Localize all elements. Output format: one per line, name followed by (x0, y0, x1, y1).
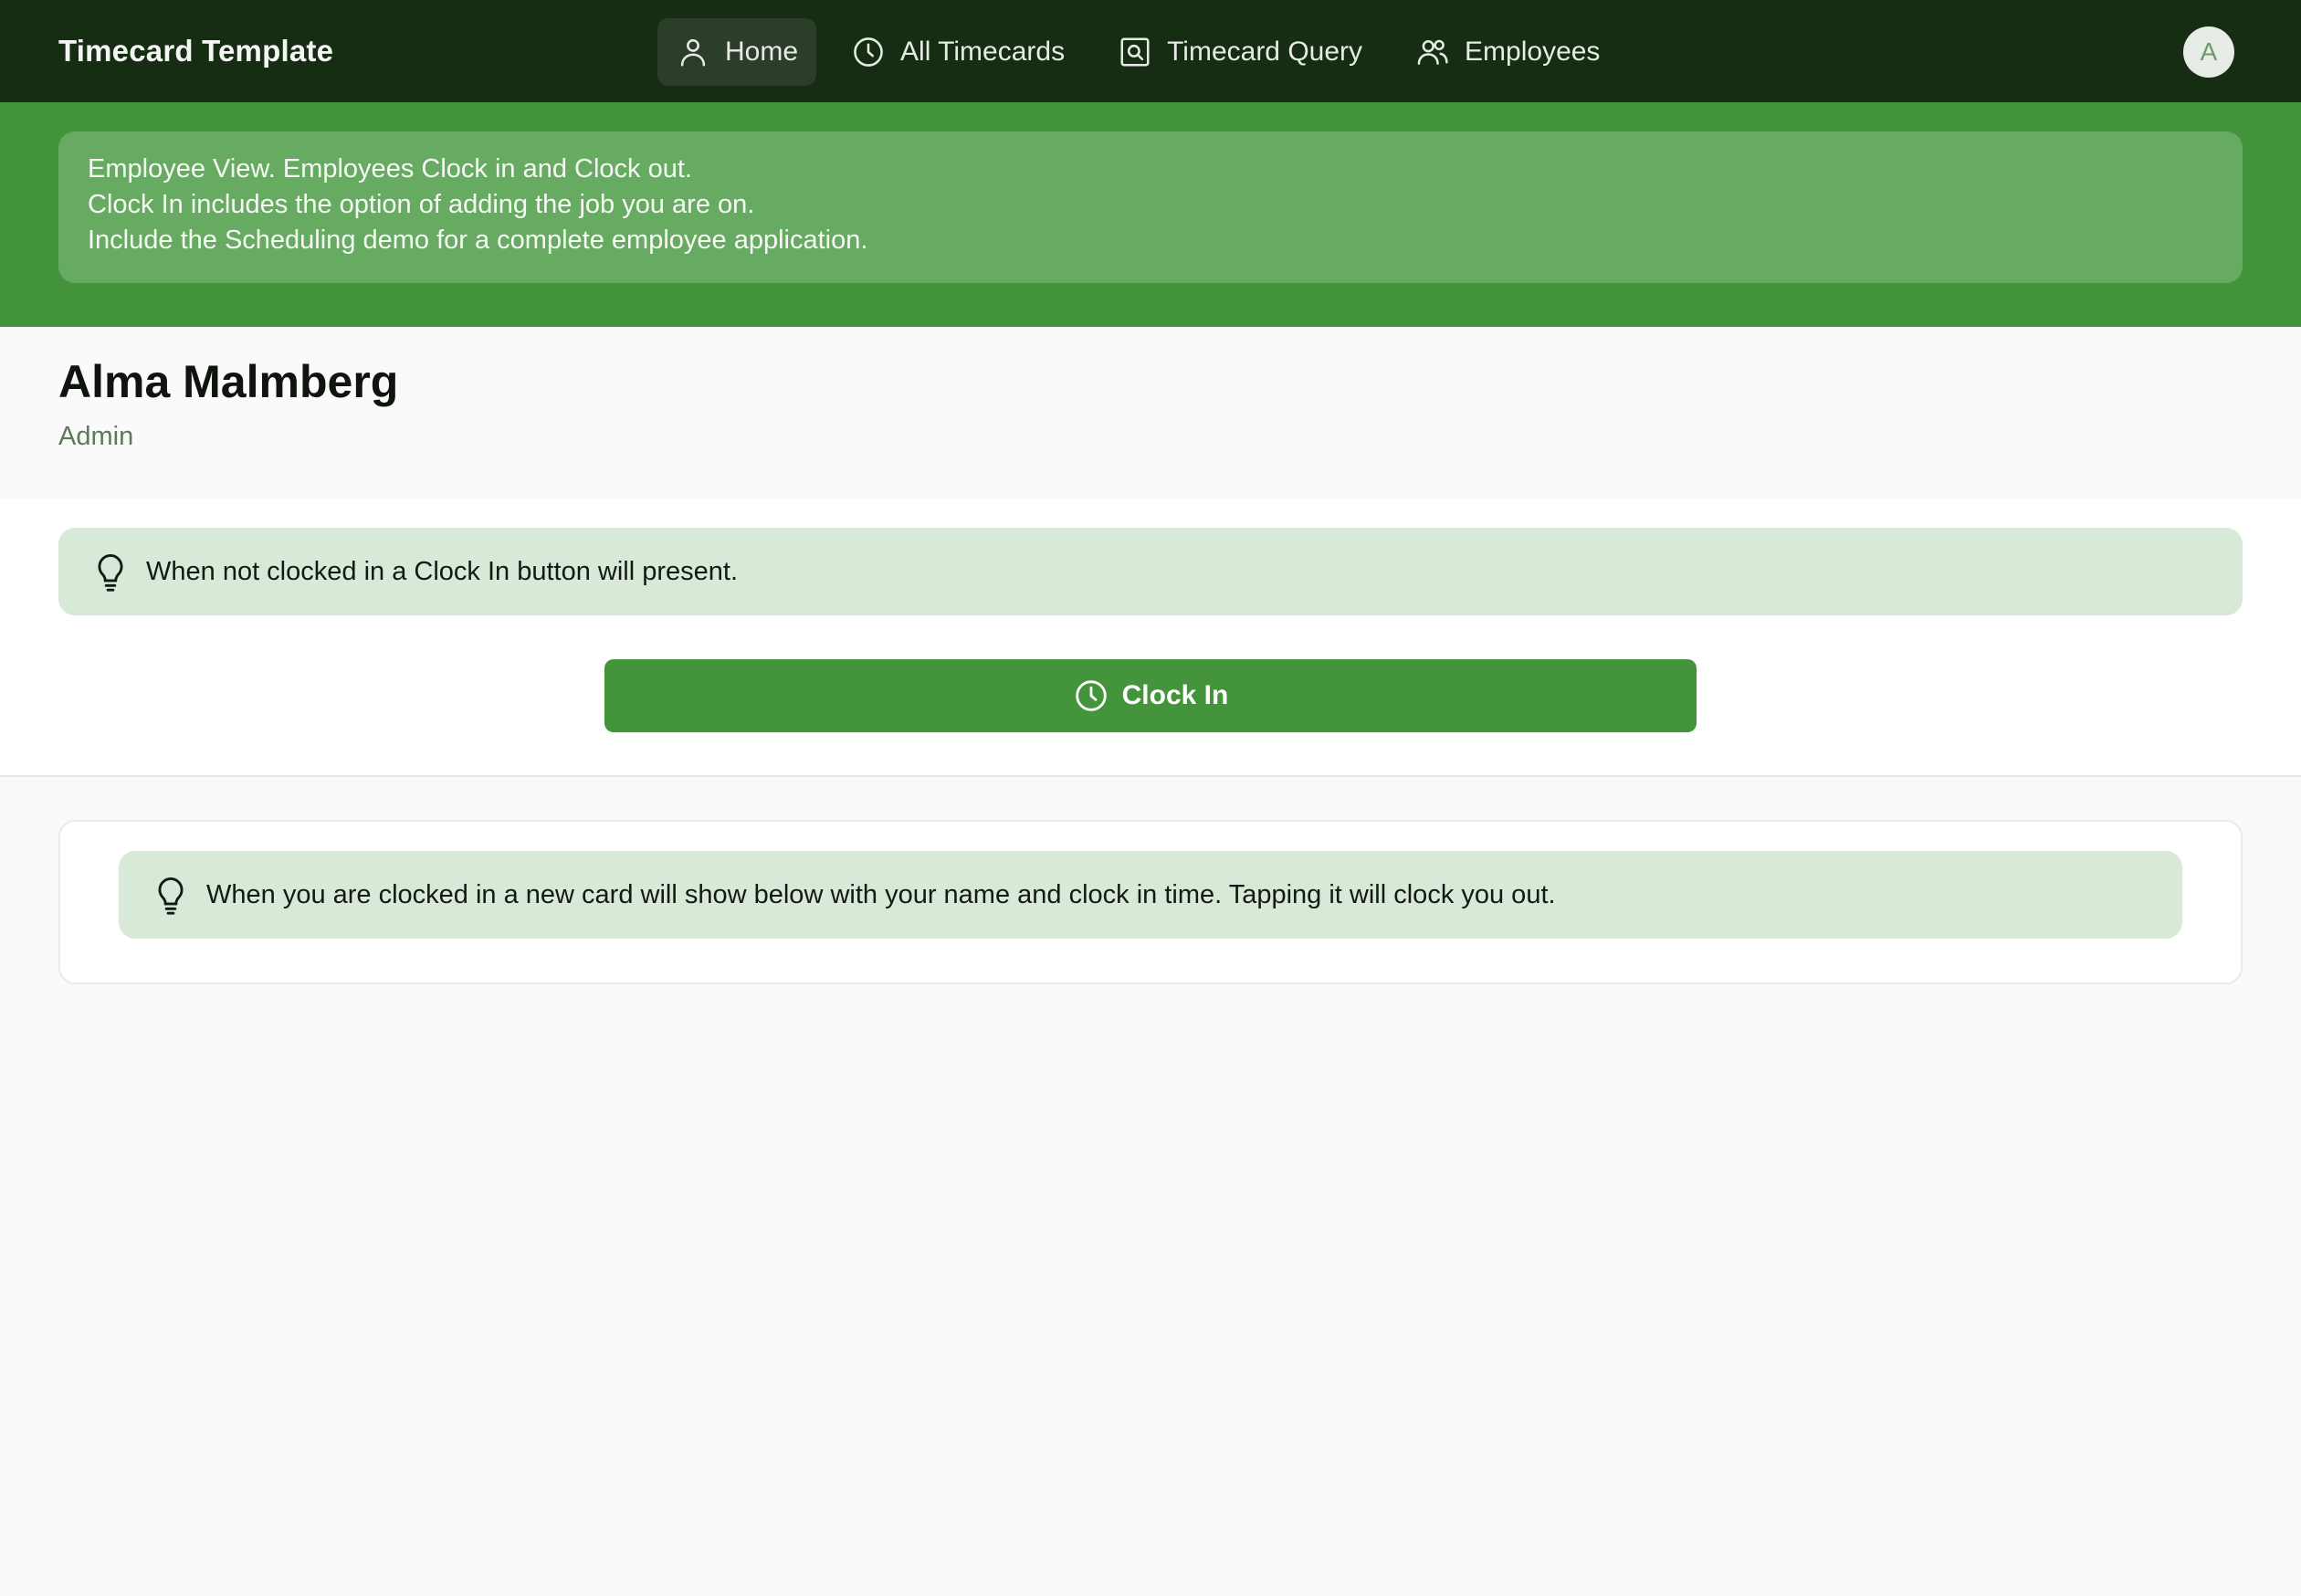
users-icon (1415, 35, 1450, 69)
info-line: Clock In includes the option of adding t… (88, 190, 755, 219)
info-line: Employee View. Employees Clock in and Cl… (88, 154, 692, 184)
main-nav: Home All Timecards Timecard Query Employ… (657, 18, 1618, 86)
nav-item-all-timecards[interactable]: All Timecards (833, 18, 1083, 86)
employee-role: Admin (58, 422, 134, 451)
clocked-in-card: When you are clocked in a new card will … (58, 820, 2243, 984)
nav-item-timecard-query[interactable]: Timecard Query (1099, 18, 1381, 86)
clock-icon (851, 35, 886, 69)
user-avatar[interactable]: A (2183, 26, 2234, 78)
clock-in-tip: When not clocked in a Clock In button wi… (58, 528, 2243, 615)
nav-item-label: Employees (1465, 37, 1601, 67)
search-square-icon (1118, 35, 1152, 69)
nav-item-label: Timecard Query (1167, 37, 1363, 67)
app-title: Timecard Template (58, 34, 334, 68)
clocked-in-tip: When you are clocked in a new card will … (119, 851, 2182, 939)
nav-item-label: Home (725, 37, 799, 67)
hero-banner: Employee View. Employees Clock in and Cl… (0, 102, 2301, 327)
clock-in-button[interactable]: Clock In (604, 659, 1697, 732)
top-nav-bar: Timecard Template Home All Timecards Tim… (0, 0, 2301, 102)
nav-item-home[interactable]: Home (657, 18, 817, 86)
info-message-box: Employee View. Employees Clock in and Cl… (58, 131, 2243, 283)
clock-in-button-label: Clock In (1121, 680, 1229, 710)
tip-text: When you are clocked in a new card will … (206, 879, 1556, 909)
user-icon (676, 35, 710, 69)
employee-name: Alma Malmberg (58, 356, 399, 407)
clock-icon (1073, 677, 1109, 714)
tip-text: When not clocked in a Clock In button wi… (146, 556, 738, 586)
nav-item-label: All Timecards (900, 37, 1066, 67)
info-line: Include the Scheduling demo for a comple… (88, 226, 868, 255)
profile-header: Alma Malmberg Admin (0, 327, 2301, 499)
nav-item-employees[interactable]: Employees (1397, 18, 1618, 86)
clock-in-section: When not clocked in a Clock In button wi… (0, 499, 2301, 777)
